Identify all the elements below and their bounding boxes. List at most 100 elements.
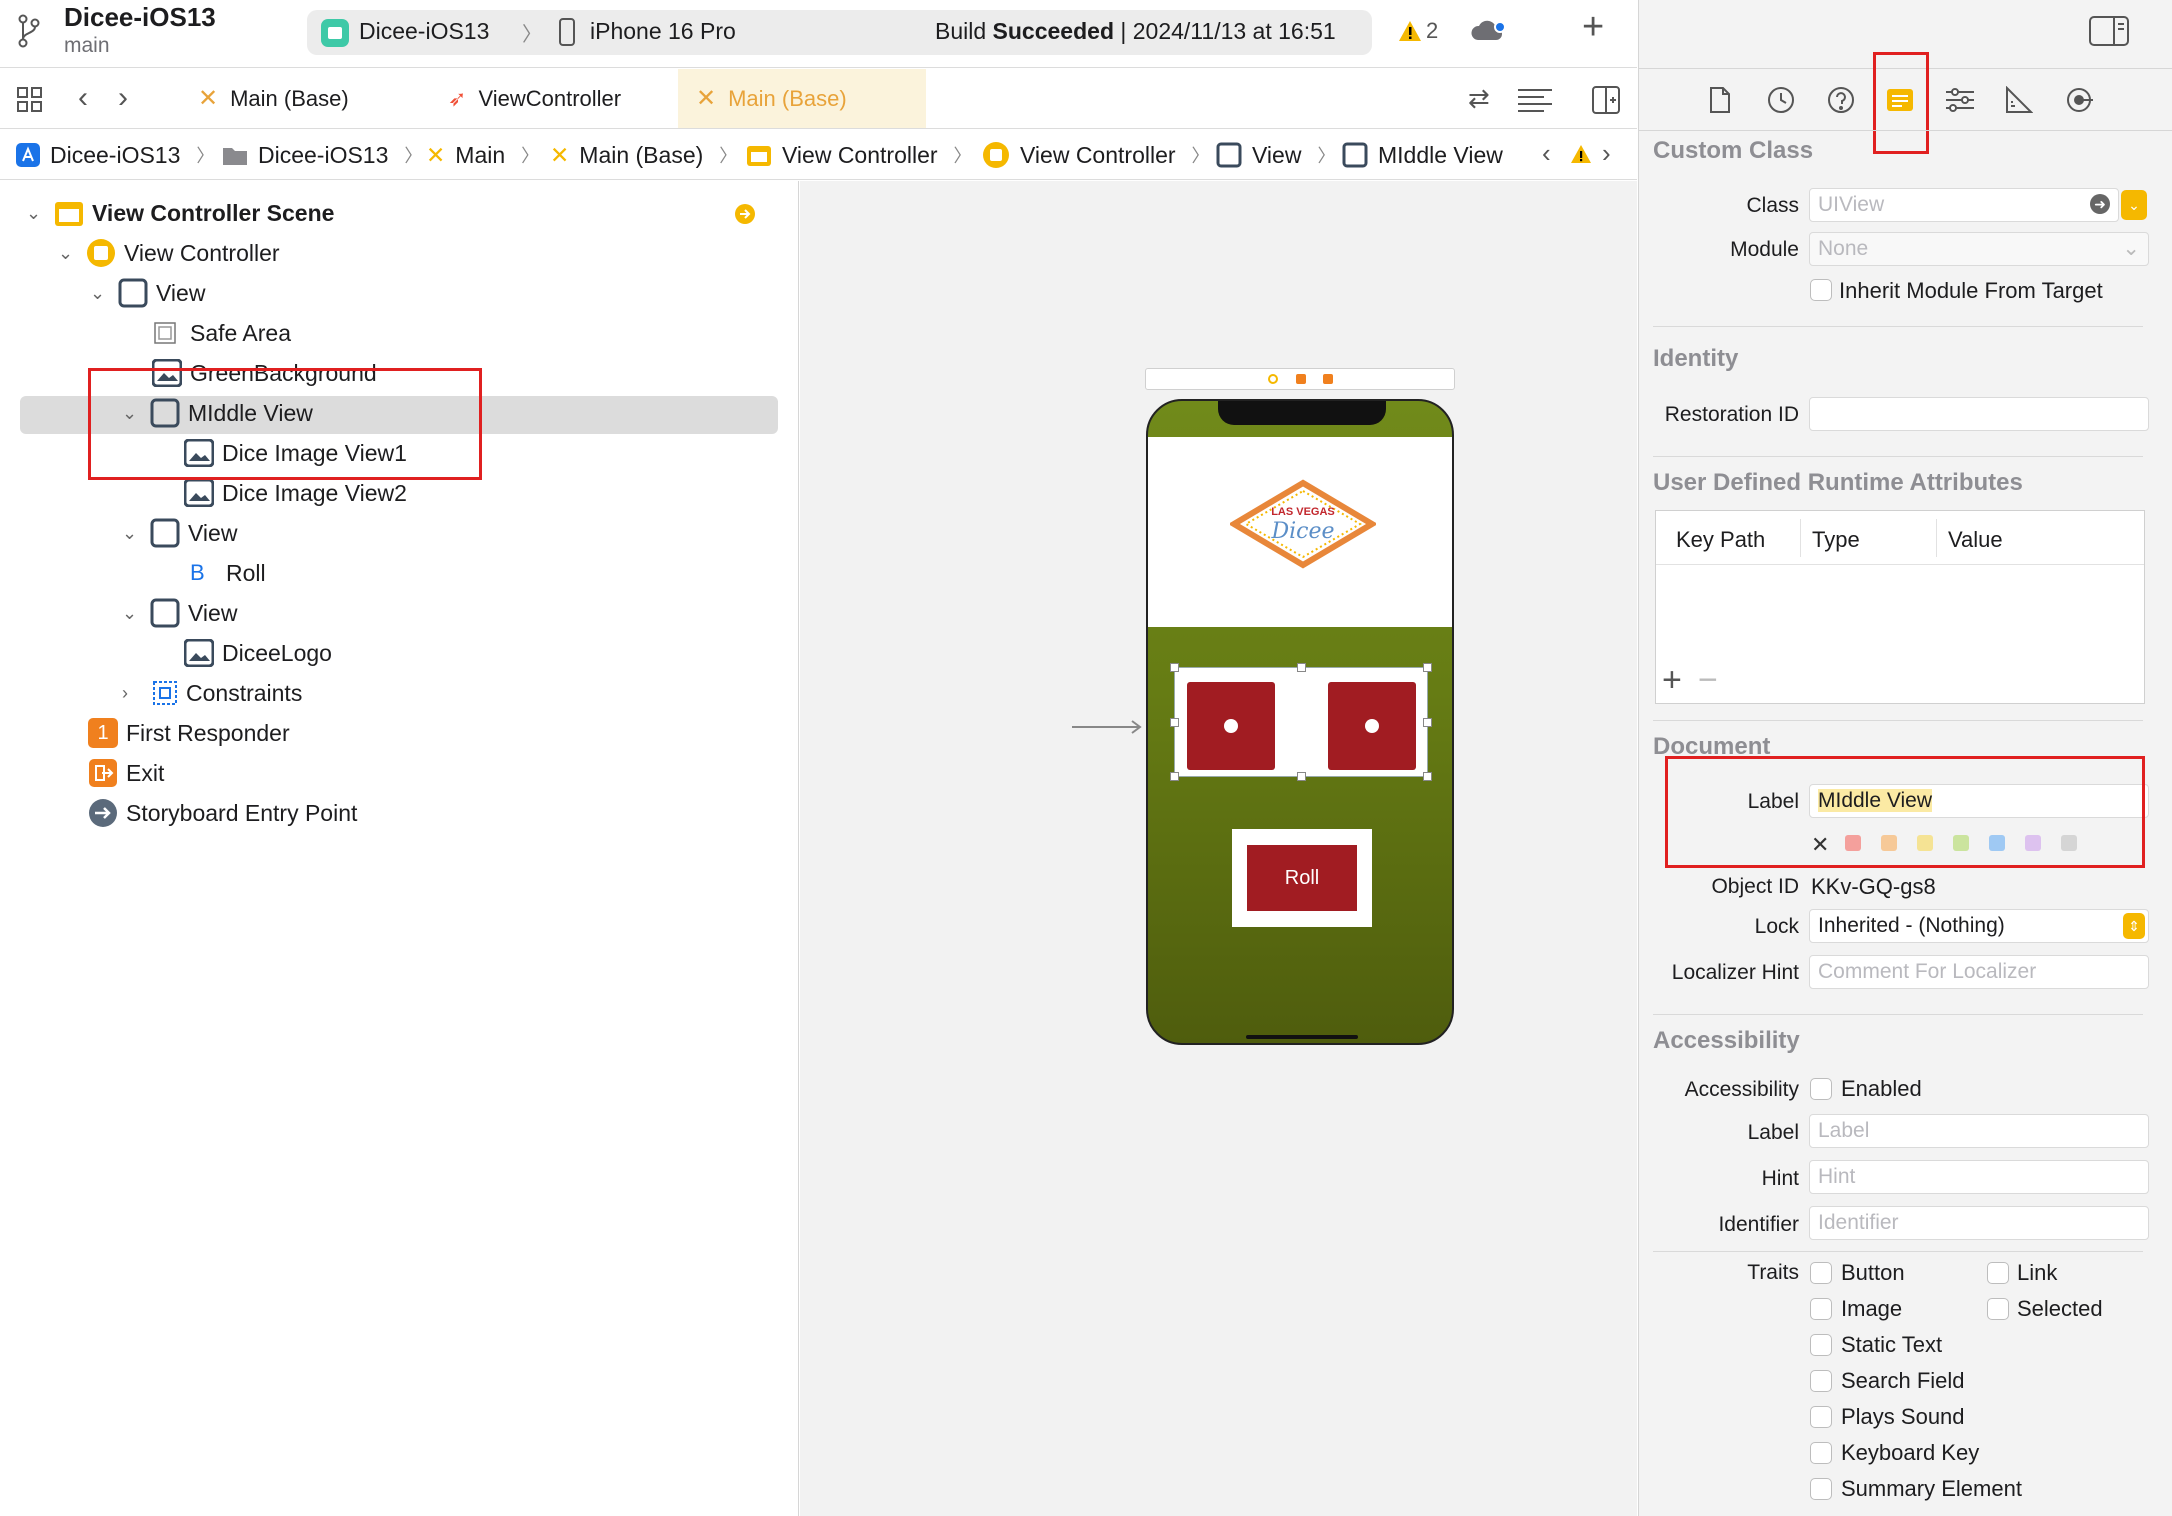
add-attribute-icon[interactable]: + <box>1662 663 1682 697</box>
column-key-path[interactable]: Key Path <box>1676 527 1765 553</box>
column-value[interactable]: Value <box>1948 527 2003 553</box>
back-icon[interactable]: ‹ <box>78 81 88 115</box>
cloud-icon[interactable] <box>1470 18 1508 46</box>
jump-project[interactable]: Dicee-iOS13 〉 <box>16 130 214 180</box>
related-items-icon[interactable]: ⇄ <box>1468 83 1490 114</box>
resize-handle[interactable] <box>1170 718 1179 727</box>
trait-keyboard-key-checkbox[interactable] <box>1810 1442 1832 1464</box>
jump-vc[interactable]: View Controller 〉 <box>982 130 1210 180</box>
outline-safe-area[interactable]: Safe Area <box>154 314 291 352</box>
add-icon[interactable]: + <box>1582 8 1604 46</box>
scheme-device[interactable]: iPhone 16 Pro <box>590 18 736 45</box>
dicee-logo-image[interactable]: LAS VEGAS Dicee <box>1228 479 1378 569</box>
size-inspector-icon[interactable] <box>2005 86 2033 114</box>
tab-main-base-active[interactable]: ✕ Main (Base) <box>678 69 926 128</box>
branch-name[interactable]: main <box>64 34 110 58</box>
remove-attribute-icon[interactable]: − <box>1698 663 1718 697</box>
file-inspector-icon[interactable] <box>1709 86 1731 114</box>
button-container-view[interactable]: Roll <box>1232 829 1372 927</box>
hint-field[interactable]: Hint <box>1809 1160 2149 1194</box>
dice-image-view-1[interactable] <box>1187 682 1275 770</box>
outline-constraints[interactable]: › Constraints <box>122 674 302 712</box>
trait-search-field-checkbox[interactable] <box>1810 1370 1832 1392</box>
outline-view-controller[interactable]: ⌄ View Controller <box>58 234 280 272</box>
roll-button[interactable]: Roll <box>1247 845 1357 911</box>
outline-first-responder[interactable]: 1 First Responder <box>88 714 290 752</box>
history-icon[interactable] <box>1767 86 1795 114</box>
inherit-module-checkbox[interactable] <box>1810 279 1832 301</box>
prev-issue-icon[interactable]: ‹ <box>1542 138 1551 169</box>
trait-plays-sound-checkbox[interactable] <box>1810 1406 1832 1428</box>
outline-dicee-logo[interactable]: DiceeLogo <box>184 634 332 672</box>
lock-select[interactable]: Inherited - (Nothing) ⇕ <box>1809 909 2149 943</box>
acc-label-field[interactable]: Label <box>1809 1114 2149 1148</box>
trait-summary-element-checkbox[interactable] <box>1810 1478 1832 1500</box>
outline-view[interactable]: ⌄ View <box>90 274 205 312</box>
warning-count[interactable]: 2 <box>1426 18 1438 44</box>
identifier-field[interactable]: Identifier <box>1809 1206 2149 1240</box>
outline-view-2[interactable]: ⌄ View <box>122 514 237 552</box>
resize-handle[interactable] <box>1170 663 1179 672</box>
tab-main-base[interactable]: ✕ Main (Base) <box>180 69 400 128</box>
trait-link-checkbox[interactable] <box>1987 1262 2009 1284</box>
jump-folder[interactable]: Dicee-iOS13 〉 <box>222 130 422 180</box>
middle-view[interactable] <box>1170 663 1432 781</box>
storyboard-icon: ✕ <box>426 141 446 168</box>
outline-roll-button[interactable]: B Roll <box>190 554 266 592</box>
jump-storyboard-base[interactable]: ✕ Main (Base) 〉 <box>550 130 737 180</box>
outline-view-3[interactable]: ⌄ View <box>122 594 237 632</box>
next-issue-icon[interactable]: › <box>1602 138 1611 169</box>
jump-view[interactable]: View 〉 <box>1216 130 1335 180</box>
go-arrow-icon[interactable]: ➜ <box>2090 194 2110 214</box>
trait-button-checkbox[interactable] <box>1810 1262 1832 1284</box>
forward-icon[interactable]: › <box>118 81 128 115</box>
runtime-attributes-table[interactable]: Key Path Type Value + − <box>1655 510 2145 704</box>
accessibility-enabled-checkbox[interactable] <box>1810 1078 1832 1100</box>
scheme-target[interactable]: Dicee-iOS13 <box>359 18 489 45</box>
resize-handle[interactable] <box>1170 772 1179 781</box>
resize-handle[interactable] <box>1423 772 1432 781</box>
resize-handle[interactable] <box>1423 718 1432 727</box>
outline-exit[interactable]: Exit <box>88 754 164 792</box>
go-forward-icon[interactable] <box>734 203 756 225</box>
attributes-inspector-icon[interactable] <box>1945 86 1975 114</box>
storyboard-canvas[interactable]: LAS VEGAS Dicee Roll <box>800 181 1637 1516</box>
exit-dock-icon[interactable] <box>1323 374 1333 384</box>
class-field[interactable]: UIView ➜ <box>1809 188 2119 222</box>
divider <box>1639 130 2172 131</box>
outline-scene[interactable]: ⌄ View Controller Scene <box>26 194 334 232</box>
localizer-hint-field[interactable]: Comment For Localizer <box>1809 955 2149 989</box>
module-select[interactable]: None ⌄ <box>1809 232 2149 266</box>
trait-selected-checkbox[interactable] <box>1987 1298 2009 1320</box>
scene-dock[interactable] <box>1145 368 1455 390</box>
connections-inspector-icon[interactable] <box>2065 86 2093 114</box>
branch-icon[interactable] <box>18 14 40 48</box>
tab-viewcontroller[interactable]: ➶ ViewController <box>430 69 670 128</box>
jump-scene[interactable]: View Controller 〉 <box>746 130 972 180</box>
resize-handle[interactable] <box>1297 663 1306 672</box>
add-editor-icon[interactable] <box>1592 86 1620 114</box>
jump-middle-view[interactable]: MIddle View <box>1342 130 1503 180</box>
jump-storyboard[interactable]: ✕ Main 〉 <box>426 130 539 180</box>
vc-dock-icon[interactable] <box>1268 374 1278 384</box>
help-icon[interactable] <box>1827 86 1855 114</box>
warning-icon[interactable] <box>1398 20 1422 42</box>
resize-handle[interactable] <box>1423 663 1432 672</box>
outline-entry-point[interactable]: Storyboard Entry Point <box>88 794 357 832</box>
dice-image-view-2[interactable] <box>1328 682 1416 770</box>
dropdown-chevron-icon[interactable]: ⌄ <box>2121 190 2147 220</box>
resize-handle[interactable] <box>1297 772 1306 781</box>
trait-static-text-checkbox[interactable] <box>1810 1334 1832 1356</box>
restoration-id-field[interactable] <box>1809 397 2149 431</box>
localizer-hint-label: Localizer Hint <box>1671 961 1799 984</box>
trait-image-checkbox[interactable] <box>1810 1298 1832 1320</box>
first-responder-dock-icon[interactable] <box>1296 374 1306 384</box>
column-type[interactable]: Type <box>1812 527 1860 553</box>
editor-options-icon[interactable] <box>1518 87 1552 113</box>
grid-icon[interactable] <box>16 86 44 114</box>
warning-icon[interactable] <box>1570 144 1592 164</box>
entry-arrow-icon[interactable] <box>1072 719 1144 735</box>
iphone-frame[interactable]: LAS VEGAS Dicee Roll <box>1146 399 1454 1045</box>
sidebar-toggle-icon[interactable] <box>2089 16 2129 46</box>
project-name[interactable]: Dicee-iOS13 <box>64 2 216 33</box>
